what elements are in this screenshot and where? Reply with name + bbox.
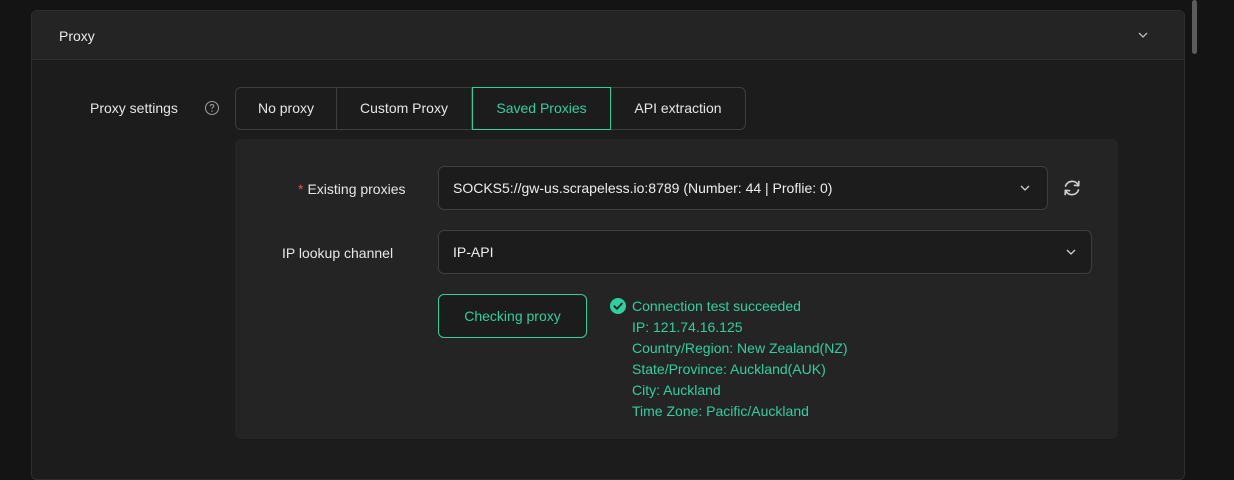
scrollbar[interactable] <box>1189 0 1199 470</box>
ip-lookup-channel-select[interactable]: IP-API <box>438 230 1092 274</box>
chevron-down-icon[interactable] <box>1137 29 1149 41</box>
existing-proxies-value: SOCKS5://gw-us.scrapeless.io:8789 (Numbe… <box>453 180 833 196</box>
tab-api-extraction[interactable]: API extraction <box>611 88 745 129</box>
required-mark: * <box>298 181 304 197</box>
chevron-down-icon <box>1066 249 1076 255</box>
checking-proxy-button[interactable]: Checking proxy <box>438 294 587 338</box>
proxy-panel-header[interactable]: Proxy <box>32 11 1184 60</box>
result-status: Connection test succeeded <box>632 298 801 314</box>
scrollbar-thumb[interactable] <box>1192 0 1197 54</box>
result-ip: IP: 121.74.16.125 <box>632 319 743 335</box>
ip-lookup-channel-label: IP lookup channel <box>282 245 394 261</box>
result-country: Country/Region: New Zealand(NZ) <box>632 340 848 356</box>
check-circle-icon <box>610 298 626 314</box>
chevron-down-icon <box>1020 185 1030 191</box>
tab-no-proxy[interactable]: No proxy <box>236 88 337 129</box>
result-city: City: Auckland <box>632 382 721 398</box>
panel-title: Proxy <box>59 28 95 44</box>
result-timezone: Time Zone: Pacific/Auckland <box>632 403 809 419</box>
proxy-settings-label: Proxy settings <box>90 100 178 116</box>
proxy-type-selector: No proxy Custom Proxy Saved Proxies API … <box>235 87 746 130</box>
connection-test-result: Connection test succeeded IP: 121.74.16.… <box>610 296 848 422</box>
existing-proxies-label-text: Existing proxies <box>307 181 406 197</box>
existing-proxies-label: * Existing proxies <box>298 181 406 197</box>
result-state: State/Province: Auckland(AUK) <box>632 361 826 377</box>
ip-lookup-channel-value: IP-API <box>453 244 494 260</box>
existing-proxies-select[interactable]: SOCKS5://gw-us.scrapeless.io:8789 (Numbe… <box>438 166 1048 210</box>
tab-saved-proxies[interactable]: Saved Proxies <box>472 87 611 130</box>
refresh-icon[interactable] <box>1061 177 1083 199</box>
question-circle-icon[interactable] <box>204 100 220 116</box>
tab-custom-proxy[interactable]: Custom Proxy <box>337 88 472 129</box>
